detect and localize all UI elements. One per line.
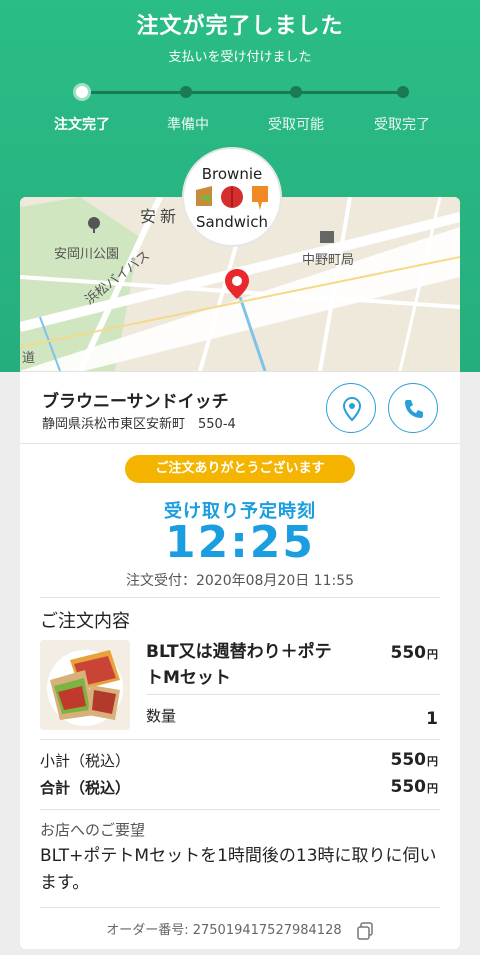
pickup-time: 12:25 xyxy=(164,517,316,568)
page-subtitle: 支払いを受け付けました xyxy=(168,50,312,65)
request-text: BLT+ポテトMセットを1時間後の13時に取りに伺います。 xyxy=(40,846,437,893)
step-label-ordered: 注文完了 xyxy=(54,117,110,133)
shop-name: ブラウニーサンドイッチ xyxy=(42,392,229,412)
divider xyxy=(40,597,440,598)
request-label: お店へのご要望 xyxy=(40,821,146,839)
map-marker-icon[interactable] xyxy=(225,269,249,299)
subtotal-price: 550円 xyxy=(390,750,439,770)
call-shop-button[interactable] xyxy=(388,383,438,433)
map-label-post: 中野町局 xyxy=(302,253,355,268)
sandwich-photo xyxy=(40,640,130,730)
item-image xyxy=(40,640,130,730)
map-pin-icon xyxy=(342,396,362,422)
divider xyxy=(20,371,460,372)
park-tree-icon xyxy=(88,217,100,233)
step-dot-received xyxy=(397,86,409,98)
step-label-preparing: 準備中 xyxy=(167,117,209,133)
quantity-label: 数量 xyxy=(146,707,177,725)
subtotal-label: 小計（税込） xyxy=(40,752,131,770)
shop-logo: Brownie Sandwich xyxy=(182,147,282,247)
order-number-row: オーダー番号: 275019417527984128 xyxy=(20,919,460,940)
step-dot-preparing xyxy=(180,86,192,98)
progress-line xyxy=(82,91,404,94)
step-label-received: 受取完了 xyxy=(374,117,430,133)
shop-address: 静岡県浜松市東区安新町 550-4 xyxy=(42,417,236,432)
order-section-title: ご注文内容 xyxy=(40,611,130,632)
item-price: 550円 xyxy=(390,643,439,663)
total-label: 合計（税込） xyxy=(40,779,131,797)
thanks-badge: ご注文ありがとうございます xyxy=(125,455,355,483)
page-title: 注文が完了しました xyxy=(136,14,344,39)
post-office-icon xyxy=(320,231,334,243)
phone-icon xyxy=(405,400,423,418)
copy-icon[interactable] xyxy=(356,921,374,940)
step-dot-ordered xyxy=(73,83,91,101)
order-card: 安新 安岡川公園 浜松バイパス 中野町局 道 ブラウニーサンドイッチ 静岡県浜松… xyxy=(20,197,460,949)
map-label-road: 道 xyxy=(22,351,36,366)
divider xyxy=(40,739,440,740)
divider xyxy=(20,443,460,444)
logo-text-bottom: Sandwich xyxy=(196,213,268,231)
order-received-time: 注文受付：2020年08月20日 11:55 xyxy=(125,573,355,589)
item-name: BLT又は週替わり＋ポテトMセット xyxy=(146,642,332,688)
order-number: オーダー番号: 275019417527984128 xyxy=(106,923,342,938)
total-price: 550円 xyxy=(390,777,439,797)
map-location-button[interactable] xyxy=(326,383,376,433)
map-label-area: 安新 xyxy=(140,207,181,226)
logo-sandwich-icons xyxy=(196,186,268,210)
logo-text-top: Brownie xyxy=(201,165,263,183)
divider xyxy=(40,907,440,908)
divider xyxy=(40,809,440,810)
step-label-ready: 受取可能 xyxy=(268,117,324,133)
divider xyxy=(146,694,440,695)
step-dot-ready xyxy=(290,86,302,98)
map-label-park: 安岡川公園 xyxy=(54,247,120,262)
quantity-value: 1 xyxy=(426,709,438,729)
